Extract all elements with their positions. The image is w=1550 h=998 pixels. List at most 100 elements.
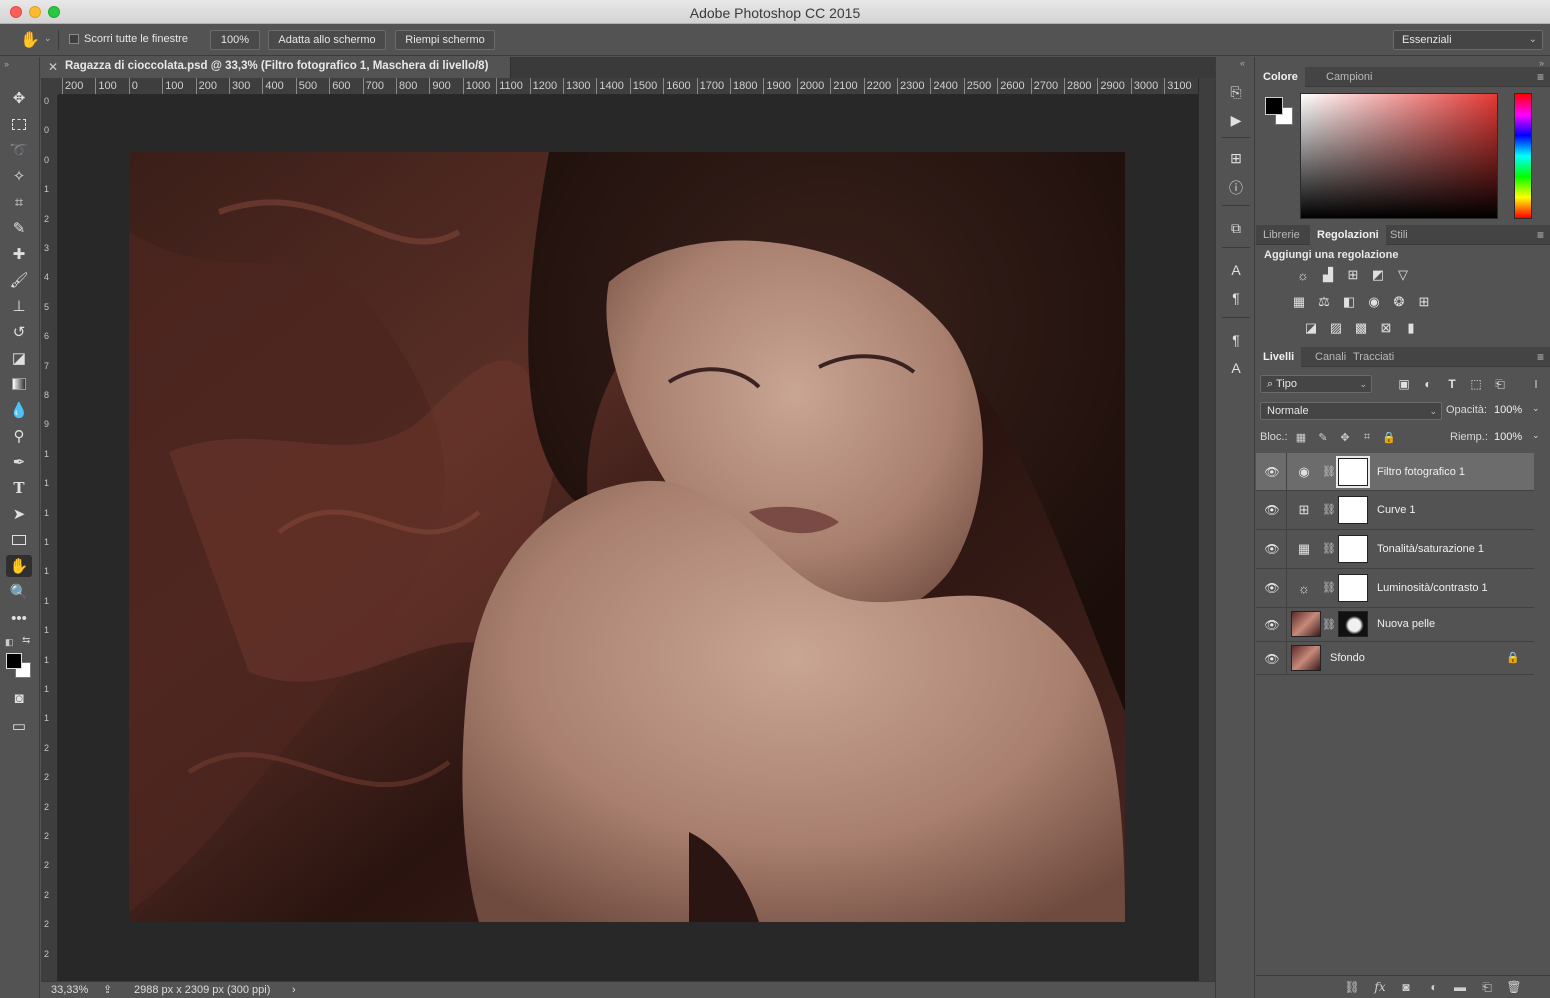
panel-menu-icon[interactable]: ≡ — [1537, 70, 1544, 84]
layer-thumbnail[interactable] — [1291, 645, 1321, 671]
default-colors-icon[interactable]: ◧ — [5, 637, 14, 648]
magic-wand-tool-icon[interactable]: ✧ — [6, 165, 32, 187]
tab-librerie[interactable]: Librerie — [1256, 225, 1307, 245]
trash-icon[interactable]: 🗑 — [1505, 979, 1523, 995]
hand-tool-preset-icon[interactable]: ✋ — [20, 30, 40, 50]
workspace-select[interactable]: Essenziali ⌄ — [1393, 30, 1543, 50]
layer-name[interactable]: Curve 1 — [1377, 504, 1416, 516]
actions-play-icon[interactable]: ▶ — [1225, 109, 1247, 131]
lasso-tool-icon[interactable]: ➰ — [6, 139, 32, 161]
info-icon[interactable]: ⓘ — [1225, 177, 1247, 199]
type-layer-filter-icon[interactable]: T — [1444, 376, 1460, 392]
document-tab[interactable]: ✕ Ragazza di cioccolata.psd @ 33,3% (Fil… — [41, 57, 511, 78]
panel-menu-icon[interactable]: ≡ — [1537, 350, 1544, 364]
pen-tool-icon[interactable]: ✒ — [6, 451, 32, 473]
tab-tracciati[interactable]: Tracciati — [1346, 347, 1401, 367]
share-icon[interactable]: ⇪ — [103, 983, 112, 996]
eye-icon[interactable]: 👁 — [1264, 651, 1280, 667]
black-white-icon[interactable]: ◧ — [1340, 293, 1358, 311]
layer-row[interactable]: 👁 ☼ ⛓ Luminosità/contrasto 1 — [1256, 569, 1534, 608]
shape-layer-filter-icon[interactable]: ⬚ — [1468, 376, 1484, 392]
zoom-100-button[interactable]: 100% — [210, 30, 260, 50]
layer-filter-select[interactable]: ⌕ Tipo ⌄ — [1260, 375, 1372, 393]
fill-screen-button[interactable]: Riempi schermo — [395, 30, 495, 50]
prevent-autonest-icon[interactable]: ⌗ — [1360, 430, 1374, 444]
chevron-down-icon[interactable]: ⌄ — [44, 33, 52, 44]
photo-filter-icon[interactable]: ◉ — [1365, 293, 1383, 311]
add-mask-icon[interactable]: ◙ — [1397, 979, 1415, 995]
lock-position-icon[interactable]: ✥ — [1338, 430, 1352, 444]
ruler-origin[interactable] — [41, 78, 58, 95]
layer-mask-thumbnail[interactable] — [1338, 496, 1368, 524]
vertical-ruler[interactable]: 0 0 0 1 2 3 4 5 6 7 8 9 1 1 1 1 1 1 1 1 1 1 2 2 2 2 2 2 2 2 — [41, 95, 58, 981]
posterize-icon[interactable]: ▨ — [1327, 319, 1345, 337]
gradient-tool-icon[interactable] — [6, 373, 32, 395]
layer-thumbnail[interactable] — [1291, 611, 1321, 637]
tab-colore[interactable]: Colore — [1256, 67, 1305, 87]
chevron-right-icon[interactable]: › — [292, 984, 296, 996]
tab-regolazioni[interactable]: Regolazioni — [1310, 225, 1386, 245]
invert-icon[interactable]: ◪ — [1302, 319, 1320, 337]
fit-screen-button[interactable]: Adatta allo schermo — [268, 30, 386, 50]
close-icon[interactable]: ✕ — [48, 60, 58, 74]
brush-tool-icon[interactable]: 🖌 — [6, 269, 32, 291]
tab-stili[interactable]: Stili — [1383, 225, 1415, 245]
chevron-down-icon[interactable]: ⌄ — [1532, 430, 1540, 441]
swap-colors-icon[interactable]: ⇆ — [22, 635, 30, 646]
eye-icon[interactable]: 👁 — [1264, 580, 1280, 596]
link-icon[interactable]: ⛓ — [1322, 618, 1336, 631]
hue-slider[interactable] — [1514, 93, 1532, 219]
pixel-layer-filter-icon[interactable]: ▣ — [1396, 376, 1412, 392]
layer-mask-thumbnail[interactable] — [1338, 535, 1368, 563]
opacity-value[interactable]: 100% — [1494, 404, 1522, 416]
filter-toggle-icon[interactable]: ⏽ — [1528, 376, 1544, 392]
hand-tool-icon[interactable]: ✋ — [6, 555, 32, 577]
fill-value[interactable]: 100% — [1494, 431, 1522, 443]
channel-mixer-icon[interactable]: ❂ — [1390, 293, 1408, 311]
layer-name[interactable]: Filtro fotografico 1 — [1377, 466, 1465, 478]
tab-livelli[interactable]: Livelli — [1256, 347, 1302, 367]
layer-name[interactable]: Nuova pelle — [1377, 618, 1435, 630]
rectangle-tool-icon[interactable] — [6, 529, 32, 551]
character-icon[interactable]: A — [1225, 259, 1247, 281]
layer-mask-thumbnail[interactable] — [1338, 611, 1368, 637]
color-balance-icon[interactable]: ⚖ — [1315, 293, 1333, 311]
color-spectrum[interactable] — [1300, 93, 1498, 219]
vertical-scrollbar[interactable] — [1198, 78, 1215, 981]
paragraph-styles-icon[interactable]: ¶ — [1225, 329, 1247, 351]
eye-icon[interactable]: 👁 — [1264, 617, 1280, 633]
lock-all-icon[interactable]: 🔒 — [1382, 430, 1396, 444]
threshold-icon[interactable]: ▩ — [1352, 319, 1370, 337]
selective-color-icon[interactable]: ⊠ — [1377, 319, 1395, 337]
panel-menu-icon[interactable]: ≡ — [1537, 228, 1544, 242]
link-icon[interactable]: ⛓ — [1322, 503, 1336, 516]
fx-icon[interactable]: fx — [1371, 979, 1389, 995]
crop-tool-icon[interactable]: ⌗ — [6, 191, 32, 213]
tab-campioni[interactable]: Campioni — [1319, 67, 1379, 87]
zoom-level[interactable]: 33,33% — [51, 984, 88, 996]
layer-row[interactable]: 👁 ⊞ ⛓ Curve 1 — [1256, 491, 1534, 530]
blend-mode-select[interactable]: Normale ⌄ — [1260, 402, 1442, 420]
canvas-area[interactable] — [58, 95, 1198, 981]
healing-brush-tool-icon[interactable]: ✚ — [6, 243, 32, 265]
libraries-icon[interactable]: ⊞ — [1225, 147, 1247, 169]
hue-saturation-icon[interactable]: ▦ — [1290, 293, 1308, 311]
more-tools-icon[interactable]: ••• — [6, 607, 32, 629]
vibrance-icon[interactable]: ▽ — [1394, 266, 1412, 284]
link-icon[interactable]: ⛓ — [1322, 465, 1336, 478]
foreground-color-swatch[interactable] — [6, 653, 22, 669]
scroll-all-windows-checkbox[interactable] — [69, 34, 79, 44]
clone-stamp-tool-icon[interactable]: ⊥ — [6, 295, 32, 317]
link-icon[interactable]: ⛓ — [1322, 542, 1336, 555]
eye-icon[interactable]: 👁 — [1264, 464, 1280, 480]
dodge-tool-icon[interactable]: ⚲ — [6, 425, 32, 447]
brightness-contrast-icon[interactable]: ☼ — [1294, 266, 1312, 284]
color-swatches[interactable] — [1265, 97, 1295, 127]
quick-mask-icon[interactable]: ◙ — [6, 687, 32, 709]
link-layers-icon[interactable]: ⛓ — [1343, 979, 1361, 995]
smart-object-filter-icon[interactable]: ⎗ — [1492, 376, 1508, 392]
blur-tool-icon[interactable]: 💧 — [6, 399, 32, 421]
lock-transparency-icon[interactable]: ▦ — [1294, 430, 1308, 444]
character-styles-icon[interactable]: A — [1225, 357, 1247, 379]
color-lookup-icon[interactable]: ⊞ — [1415, 293, 1433, 311]
